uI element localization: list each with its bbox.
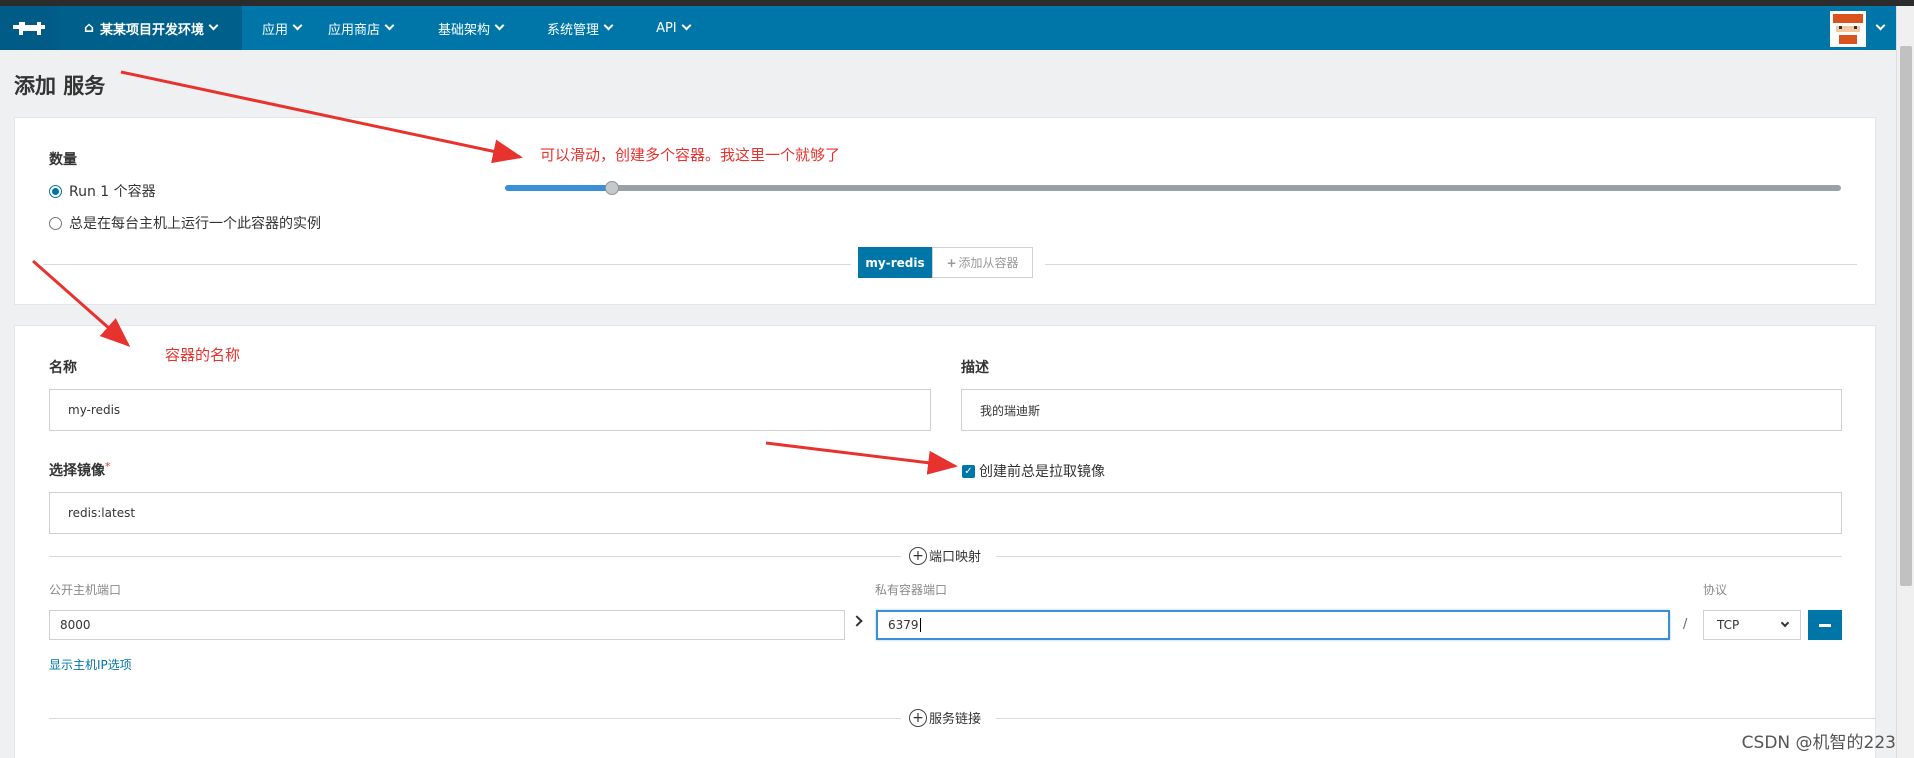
divider xyxy=(43,264,851,265)
main-nav: 应用 应用商店 基础架构 系统管理 API xyxy=(242,6,692,50)
remove-port-button[interactable] xyxy=(1808,610,1842,640)
minus-icon xyxy=(1819,623,1831,627)
container-tab-my-redis[interactable]: my-redis xyxy=(858,247,932,278)
environment-label: 某某项目开发环境 xyxy=(100,22,205,38)
chevron-down-icon xyxy=(494,20,505,30)
service-links-label: 服务链接 xyxy=(929,712,982,727)
show-host-ip-link[interactable]: 显示主机IP选项 xyxy=(49,656,132,673)
protocol-separator: / xyxy=(1683,617,1688,632)
environment-switcher[interactable]: ⌂ 某某项目开发环境 xyxy=(58,6,242,50)
annotation-name-note: 容器的名称 xyxy=(165,346,241,364)
nav-label: 基础架构 xyxy=(438,22,491,38)
name-label: 名称 xyxy=(49,360,77,376)
scale-slider-handle[interactable] xyxy=(605,181,619,195)
always-pull-checkbox[interactable]: ✓ 创建前总是拉取镜像 xyxy=(962,461,1105,481)
top-nav-bar: ⌂ 某某项目开发环境 应用 应用商店 基础架构 系统管理 API xyxy=(0,6,1896,50)
image-label: 选择镜像* xyxy=(49,460,111,480)
add-sidekick-button[interactable]: + 添加从容器 xyxy=(932,247,1033,278)
chevron-down-icon xyxy=(292,20,303,30)
plus-icon: + xyxy=(946,255,957,270)
description-input[interactable]: 我的瑞迪斯 xyxy=(961,389,1842,431)
nav-item-apps[interactable]: 应用 xyxy=(262,6,303,50)
add-sidekick-label: 添加从容器 xyxy=(958,256,1019,270)
watermark: CSDN @机智的223 xyxy=(1741,733,1896,753)
chevron-down-icon xyxy=(681,20,692,30)
public-port-label: 公开主机端口 xyxy=(49,583,122,597)
nav-label: 系统管理 xyxy=(547,22,600,38)
chevron-down-icon[interactable] xyxy=(1875,20,1886,31)
scale-label: 数量 xyxy=(49,152,77,168)
run-count-radio[interactable]: Run 1 个容器 xyxy=(49,181,156,201)
image-label-text: 选择镜像 xyxy=(49,463,105,479)
divider xyxy=(49,556,901,557)
circle-plus-icon: + xyxy=(909,546,927,565)
checkbox-checked-icon: ✓ xyxy=(962,464,975,478)
chevron-down-icon xyxy=(384,20,395,30)
private-port-value: 6379 xyxy=(888,618,919,632)
nav-label: API xyxy=(656,20,677,36)
port-mapping-toggle[interactable]: + 端口映射 xyxy=(905,546,986,565)
protocol-label: 协议 xyxy=(1703,583,1728,597)
protocol-select[interactable]: TCP xyxy=(1703,610,1801,640)
rancher-logo[interactable] xyxy=(0,6,58,50)
user-avatar[interactable] xyxy=(1830,11,1866,47)
chevron-down-icon xyxy=(603,20,614,30)
private-port-label: 私有容器端口 xyxy=(875,583,948,597)
protocol-value: TCP xyxy=(1717,618,1740,632)
scale-slider-fill xyxy=(505,185,612,191)
chevron-down-icon xyxy=(208,20,219,30)
required-mark: * xyxy=(105,460,111,473)
service-links-toggle[interactable]: + 服务链接 xyxy=(905,708,986,727)
avatar-icon xyxy=(1830,11,1866,47)
vertical-scrollbar[interactable] xyxy=(1896,6,1914,758)
public-port-input[interactable]: 8000 xyxy=(49,610,845,640)
divider xyxy=(996,718,1876,719)
nav-label: 应用商店 xyxy=(328,22,381,38)
home-icon: ⌂ xyxy=(84,20,95,36)
global-radio[interactable]: 总是在每台主机上运行一个此容器的实例 xyxy=(49,213,321,233)
always-pull-label: 创建前总是拉取镜像 xyxy=(979,464,1105,480)
nav-label: 应用 xyxy=(262,22,289,38)
circle-plus-icon: + xyxy=(909,708,927,727)
divider xyxy=(49,718,901,719)
scale-slider[interactable] xyxy=(505,185,1841,191)
scrollbar-thumb[interactable] xyxy=(1900,46,1912,586)
radio-checked-icon xyxy=(49,184,62,198)
text-cursor xyxy=(919,618,921,632)
private-port-input[interactable]: 6379 xyxy=(876,610,1670,640)
nav-item-catalog[interactable]: 应用商店 xyxy=(328,6,395,50)
page-title: 添加 服务 xyxy=(14,74,106,98)
description-label: 描述 xyxy=(961,360,989,376)
divider xyxy=(1045,264,1857,265)
radio-unchecked-icon xyxy=(49,216,62,230)
chevron-down-icon xyxy=(1780,618,1790,628)
nav-item-api[interactable]: API xyxy=(656,6,692,50)
nav-item-admin[interactable]: 系统管理 xyxy=(547,6,614,50)
annotation-slider-note: 可以滑动，创建多个容器。我这里一个就够了 xyxy=(540,146,841,164)
divider xyxy=(996,556,1842,557)
port-mapping-label: 端口映射 xyxy=(929,550,982,565)
rancher-cow-icon xyxy=(13,22,45,35)
radio-label: 总是在每台主机上运行一个此容器的实例 xyxy=(69,216,321,232)
image-input[interactable]: redis:latest xyxy=(49,492,1842,534)
nav-item-infrastructure[interactable]: 基础架构 xyxy=(438,6,505,50)
name-input[interactable]: my-redis xyxy=(49,389,931,431)
radio-label: Run 1 个容器 xyxy=(69,184,156,200)
